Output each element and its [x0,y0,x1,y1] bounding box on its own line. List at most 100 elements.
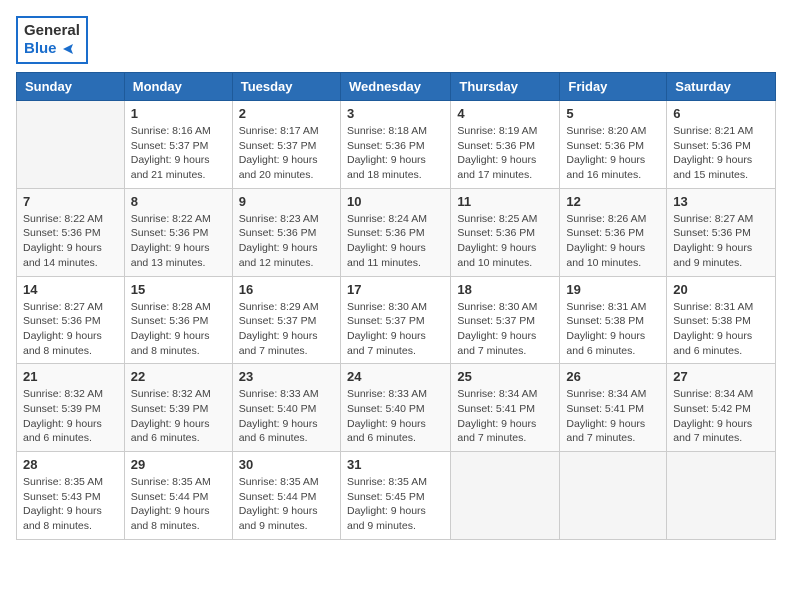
header-day-tuesday: Tuesday [232,73,340,101]
day-info: Sunrise: 8:26 AM Sunset: 5:36 PM Dayligh… [566,212,660,271]
day-info: Sunrise: 8:18 AM Sunset: 5:36 PM Dayligh… [347,124,444,183]
day-cell: 4 Sunrise: 8:19 AM Sunset: 5:36 PM Daylig… [451,101,560,189]
day-info: Sunrise: 8:27 AM Sunset: 5:36 PM Dayligh… [673,212,769,271]
day-cell [667,452,776,540]
day-cell: 13 Sunrise: 8:27 AM Sunset: 5:36 PM Dayli… [667,188,776,276]
day-number: 22 [131,369,226,384]
day-cell: 25Sunrise: 8:34 AM Sunset: 5:41 PM Dayli… [451,364,560,452]
header-row: SundayMondayTuesdayWednesdayThursdayFrid… [17,73,776,101]
day-cell: 5Sunrise: 8:20 AM Sunset: 5:36 PM Daylig… [560,101,667,189]
day-number: 6 [673,106,769,121]
day-cell: 10 Sunrise: 8:24 AM Sunset: 5:36 PM Dayli… [340,188,450,276]
logo-text-general: General [24,22,80,40]
day-number: 2 [239,106,334,121]
day-info: Sunrise: 8:32 AM Sunset: 5:39 PM Dayligh… [131,387,226,446]
day-info: Sunrise: 8:31 AM Sunset: 5:38 PM Dayligh… [566,300,660,359]
day-info: Sunrise: 8:35 AM Sunset: 5:43 PM Dayligh… [23,475,118,534]
day-cell: 31 Sunrise: 8:35 AM Sunset: 5:45 PM Dayli… [340,452,450,540]
day-info: Sunrise: 8:33 AM Sunset: 5:40 PM Dayligh… [239,387,334,446]
day-number: 15 [131,282,226,297]
day-cell: 3 Sunrise: 8:18 AM Sunset: 5:36 PM Daylig… [340,101,450,189]
day-info: Sunrise: 8:30 AM Sunset: 5:37 PM Dayligh… [347,300,444,359]
day-info: Sunrise: 8:29 AM Sunset: 5:37 PM Dayligh… [239,300,334,359]
header-day-thursday: Thursday [451,73,560,101]
day-number: 3 [347,106,444,121]
day-number: 10 [347,194,444,209]
day-number: 11 [457,194,553,209]
day-number: 28 [23,457,118,472]
week-row-2: 7 Sunrise: 8:22 AM Sunset: 5:36 PM Daylig… [17,188,776,276]
day-cell: 12 Sunrise: 8:26 AM Sunset: 5:36 PM Dayli… [560,188,667,276]
day-number: 14 [23,282,118,297]
week-row-1: 1 Sunrise: 8:16 AM Sunset: 5:37 PM Daylig… [17,101,776,189]
logo: General Blue [16,16,88,64]
day-cell: 24 Sunrise: 8:33 AM Sunset: 5:40 PM Dayli… [340,364,450,452]
calendar-header: SundayMondayTuesdayWednesdayThursdayFrid… [17,73,776,101]
day-number: 8 [131,194,226,209]
day-info: Sunrise: 8:17 AM Sunset: 5:37 PM Dayligh… [239,124,334,183]
day-cell: 19Sunrise: 8:31 AM Sunset: 5:38 PM Dayli… [560,276,667,364]
day-number: 27 [673,369,769,384]
day-cell: 8 Sunrise: 8:22 AM Sunset: 5:36 PM Daylig… [124,188,232,276]
day-cell: 15 Sunrise: 8:28 AM Sunset: 5:36 PM Dayli… [124,276,232,364]
day-info: Sunrise: 8:27 AM Sunset: 5:36 PM Dayligh… [23,300,118,359]
day-number: 24 [347,369,444,384]
day-info: Sunrise: 8:35 AM Sunset: 5:45 PM Dayligh… [347,475,444,534]
day-info: Sunrise: 8:30 AM Sunset: 5:37 PM Dayligh… [457,300,553,359]
day-info: Sunrise: 8:34 AM Sunset: 5:42 PM Dayligh… [673,387,769,446]
day-info: Sunrise: 8:22 AM Sunset: 5:36 PM Dayligh… [23,212,118,271]
day-info: Sunrise: 8:16 AM Sunset: 5:37 PM Dayligh… [131,124,226,183]
day-cell [451,452,560,540]
day-cell: 29 Sunrise: 8:35 AM Sunset: 5:44 PM Dayli… [124,452,232,540]
logo-bird-icon [59,40,77,58]
day-cell: 2 Sunrise: 8:17 AM Sunset: 5:37 PM Daylig… [232,101,340,189]
day-info: Sunrise: 8:28 AM Sunset: 5:36 PM Dayligh… [131,300,226,359]
day-cell: 6Sunrise: 8:21 AM Sunset: 5:36 PM Daylig… [667,101,776,189]
day-number: 7 [23,194,118,209]
day-cell: 11 Sunrise: 8:25 AM Sunset: 5:36 PM Dayli… [451,188,560,276]
day-cell: 26Sunrise: 8:34 AM Sunset: 5:41 PM Dayli… [560,364,667,452]
day-number: 25 [457,369,553,384]
day-number: 9 [239,194,334,209]
day-number: 30 [239,457,334,472]
day-info: Sunrise: 8:31 AM Sunset: 5:38 PM Dayligh… [673,300,769,359]
day-number: 1 [131,106,226,121]
day-number: 29 [131,457,226,472]
day-info: Sunrise: 8:19 AM Sunset: 5:36 PM Dayligh… [457,124,553,183]
day-cell: 14 Sunrise: 8:27 AM Sunset: 5:36 PM Dayli… [17,276,125,364]
day-info: Sunrise: 8:20 AM Sunset: 5:36 PM Dayligh… [566,124,660,183]
week-row-4: 21 Sunrise: 8:32 AM Sunset: 5:39 PM Dayli… [17,364,776,452]
page-header: General Blue [16,16,776,64]
day-number: 13 [673,194,769,209]
day-number: 21 [23,369,118,384]
header-day-saturday: Saturday [667,73,776,101]
logo-text-blue: Blue [24,40,80,58]
day-cell: 23Sunrise: 8:33 AM Sunset: 5:40 PM Dayli… [232,364,340,452]
day-cell [17,101,125,189]
header-day-friday: Friday [560,73,667,101]
day-cell [560,452,667,540]
day-info: Sunrise: 8:32 AM Sunset: 5:39 PM Dayligh… [23,387,118,446]
day-cell: 16Sunrise: 8:29 AM Sunset: 5:37 PM Dayli… [232,276,340,364]
day-cell: 22 Sunrise: 8:32 AM Sunset: 5:39 PM Dayli… [124,364,232,452]
day-info: Sunrise: 8:25 AM Sunset: 5:36 PM Dayligh… [457,212,553,271]
day-cell: 1 Sunrise: 8:16 AM Sunset: 5:37 PM Daylig… [124,101,232,189]
day-info: Sunrise: 8:22 AM Sunset: 5:36 PM Dayligh… [131,212,226,271]
day-number: 18 [457,282,553,297]
day-info: Sunrise: 8:35 AM Sunset: 5:44 PM Dayligh… [239,475,334,534]
day-cell: 30 Sunrise: 8:35 AM Sunset: 5:44 PM Dayli… [232,452,340,540]
header-day-sunday: Sunday [17,73,125,101]
day-info: Sunrise: 8:23 AM Sunset: 5:36 PM Dayligh… [239,212,334,271]
day-number: 31 [347,457,444,472]
day-cell: 27 Sunrise: 8:34 AM Sunset: 5:42 PM Dayli… [667,364,776,452]
day-number: 26 [566,369,660,384]
day-info: Sunrise: 8:33 AM Sunset: 5:40 PM Dayligh… [347,387,444,446]
day-cell: 7 Sunrise: 8:22 AM Sunset: 5:36 PM Daylig… [17,188,125,276]
day-number: 4 [457,106,553,121]
week-row-5: 28 Sunrise: 8:35 AM Sunset: 5:43 PM Dayli… [17,452,776,540]
day-info: Sunrise: 8:35 AM Sunset: 5:44 PM Dayligh… [131,475,226,534]
day-number: 12 [566,194,660,209]
day-cell: 28 Sunrise: 8:35 AM Sunset: 5:43 PM Dayli… [17,452,125,540]
day-cell: 21 Sunrise: 8:32 AM Sunset: 5:39 PM Dayli… [17,364,125,452]
day-info: Sunrise: 8:24 AM Sunset: 5:36 PM Dayligh… [347,212,444,271]
